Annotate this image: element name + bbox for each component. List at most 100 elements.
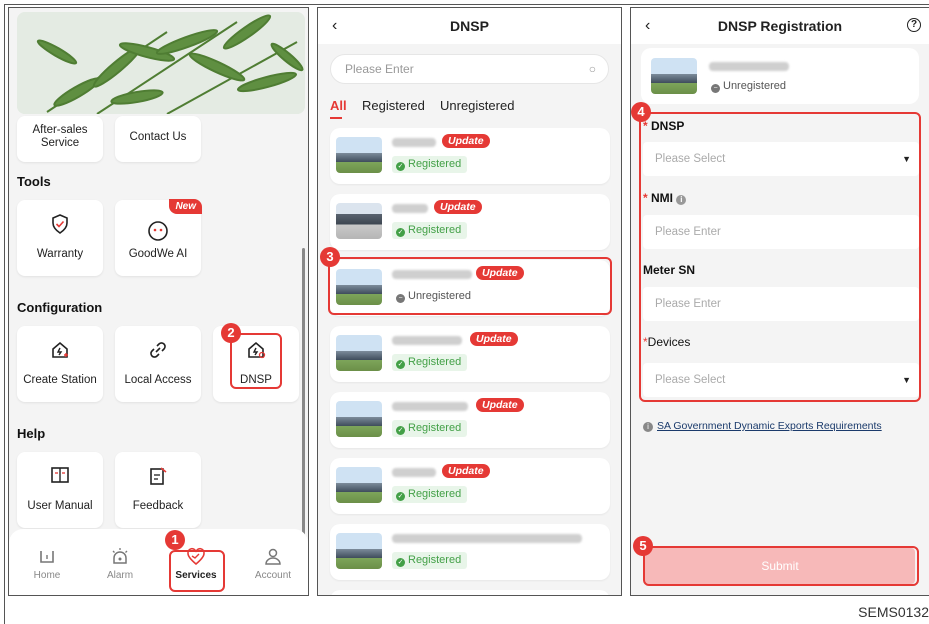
local-access-tile[interactable]: Local Access (115, 326, 201, 402)
status-text: Registered (408, 488, 462, 500)
contact-us-tile[interactable]: Contact Us (115, 116, 201, 162)
status-badge: ✓ Registered (392, 552, 468, 569)
goodwe-ai-tile[interactable]: New GoodWe AI (115, 199, 202, 276)
home-icon (19, 547, 75, 567)
filter-tab-registered[interactable]: Registered (362, 98, 425, 113)
station-name-blurred (392, 204, 428, 213)
after-sales-label: After-sales Service (32, 124, 88, 149)
search-input[interactable]: Please Enter ○ (330, 54, 609, 84)
dnsp-list-screen: ‹ DNSP Please Enter ○ All Registered Unr… (317, 7, 622, 596)
status-badge: ✓ Registered (392, 420, 468, 437)
tab-account-label: Account (254, 570, 292, 581)
station-card[interactable]: ✓ Registered (330, 524, 610, 580)
house-add-icon (17, 340, 103, 362)
highlight-dnsp-tile (230, 333, 282, 389)
back-arrow-icon[interactable]: ‹ (332, 8, 337, 44)
filter-tab-unregistered[interactable]: Unregistered (440, 98, 514, 113)
station-card[interactable]: Update ✓ Registered (330, 458, 610, 514)
section-title-help: Help (17, 426, 46, 441)
sa-requirements-text: SA Government Dynamic Exports Requiremen… (657, 420, 882, 432)
status-text: Unregistered (723, 80, 786, 92)
filter-tab-all[interactable]: All (330, 98, 347, 119)
active-tab-underline (330, 117, 342, 119)
tab-alarm-label: Alarm (106, 570, 134, 581)
highlight-form-fields (639, 112, 921, 402)
link-icon (115, 340, 201, 362)
station-name-blurred (392, 402, 468, 411)
update-badge: Update (434, 200, 482, 214)
station-name-blurred (709, 62, 789, 71)
contact-us-label: Contact Us (129, 131, 187, 143)
status-text: Registered (408, 158, 462, 170)
station-thumbnail (336, 401, 382, 437)
back-arrow-icon[interactable]: ‹ (645, 8, 650, 44)
tab-alarm[interactable]: Alarm (92, 547, 148, 581)
status-text: Registered (408, 224, 462, 236)
feedback-label: Feedback (132, 500, 184, 512)
figure-code: SEMS0132 (858, 604, 929, 620)
check-icon: ✓ (396, 360, 405, 369)
after-sales-service-tile[interactable]: After-sales Service (17, 116, 103, 162)
create-station-tile[interactable]: Create Station (17, 326, 103, 402)
section-title-configuration: Configuration (17, 300, 103, 315)
user-manual-tile[interactable]: User Manual (17, 452, 103, 528)
station-card[interactable]: Update ✓ Registered (330, 392, 610, 448)
shield-check-icon (17, 214, 103, 236)
page-title: DNSP Registration (717, 18, 843, 34)
nav-bar: ‹ DNSP Registration ? (631, 8, 929, 44)
station-thumbnail (336, 203, 382, 239)
station-name-blurred (392, 534, 582, 543)
new-badge: New (169, 199, 202, 214)
tab-account[interactable]: Account (245, 547, 301, 581)
check-icon: ✓ (396, 162, 405, 171)
section-title-tools: Tools (17, 174, 51, 189)
tab-home[interactable]: Home (19, 547, 75, 581)
feedback-tile[interactable]: Feedback (115, 452, 201, 528)
step-marker-5: 5 (633, 536, 653, 556)
book-icon (17, 466, 103, 488)
dnsp-registration-screen: ‹ DNSP Registration ? − Unregistered * DN… (630, 7, 929, 596)
sa-requirements-link[interactable]: i SA Government Dynamic Exports Requireme… (643, 420, 882, 432)
station-card[interactable]: Update ✓ Registered (330, 326, 610, 382)
edit-note-icon (115, 466, 201, 488)
goodwe-ai-label: GoodWe AI (128, 248, 188, 260)
tab-home-label: Home (33, 570, 61, 581)
person-icon (245, 547, 301, 567)
status-text: Registered (408, 554, 462, 566)
step-marker-3: 3 (320, 247, 340, 267)
station-thumbnail (336, 467, 382, 503)
station-card[interactable] (330, 590, 610, 595)
station-thumbnail (336, 335, 382, 371)
help-icon[interactable]: ? (907, 18, 921, 32)
status-badge: ✓ Registered (392, 354, 468, 371)
bottom-tab-bar: Home Alarm Services Account (9, 529, 308, 595)
update-badge: Update (442, 134, 490, 148)
station-name-blurred (392, 468, 436, 477)
minus-icon: − (711, 84, 720, 93)
banner-image (17, 12, 305, 114)
check-icon: ✓ (396, 558, 405, 567)
station-thumbnail (336, 137, 382, 173)
step-marker-4: 4 (631, 102, 651, 122)
alarm-icon (92, 547, 148, 567)
create-station-label: Create Station (23, 374, 97, 386)
check-icon: ✓ (396, 426, 405, 435)
highlight-services-tab (169, 550, 225, 592)
services-screen: After-sales Service Contact Us Tools War… (8, 7, 309, 596)
scrollbar[interactable] (302, 248, 305, 548)
warranty-tile[interactable]: Warranty (17, 200, 103, 276)
warranty-label: Warranty (36, 248, 84, 260)
station-card[interactable]: Update ✓ Registered (330, 194, 610, 250)
user-manual-label: User Manual (27, 500, 93, 512)
step-marker-1: 1 (165, 530, 185, 550)
station-card[interactable]: Update ✓ Registered (330, 128, 610, 184)
update-badge: Update (476, 398, 524, 412)
step-marker-2: 2 (221, 323, 241, 343)
nav-bar: ‹ DNSP (318, 8, 621, 44)
search-icon: ○ (588, 62, 596, 76)
filter-all-label: All (330, 98, 347, 113)
update-badge: Update (442, 464, 490, 478)
station-thumbnail (336, 533, 382, 569)
info-icon: i (643, 422, 653, 432)
highlight-unregistered-station (328, 257, 612, 315)
